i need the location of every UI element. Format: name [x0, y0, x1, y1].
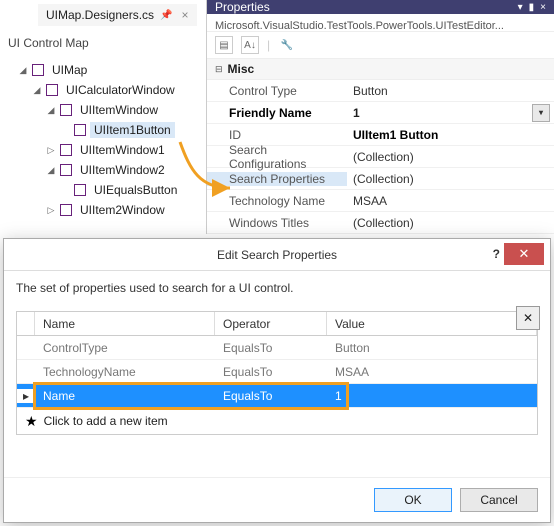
delete-icon: ✕ [523, 311, 533, 325]
col-value[interactable]: Value [327, 312, 537, 335]
prop-technology-name[interactable]: Technology NameMSAA [207, 190, 554, 212]
grid-row-technologyname[interactable]: TechnologyNameEqualsToMSAA [17, 360, 537, 384]
prop-search-configurations[interactable]: Search Configurations(Collection) [207, 146, 554, 168]
dialog-title: Edit Search Properties [217, 248, 337, 262]
prop-control-type[interactable]: Control TypeButton [207, 80, 554, 102]
tab-label: UIMap.Designers.cs [46, 8, 154, 22]
chevron-down-icon[interactable]: ▾ [532, 104, 550, 122]
delete-button[interactable]: ✕ [516, 306, 540, 330]
properties-header: Properties ▾ ▮ × [207, 0, 554, 14]
tree-node-uimap[interactable]: ◢UIMap [6, 60, 200, 80]
category-misc[interactable]: ⊟ Misc [207, 59, 554, 80]
wrench-icon[interactable]: 🔧 [278, 36, 296, 54]
editor-tabs: UIMap.Designers.cs 📌 × [0, 0, 206, 26]
map-icon [32, 64, 44, 76]
tree-node-equalsbutton[interactable]: UIEqualsButton [6, 180, 200, 200]
button-icon [74, 124, 86, 136]
collapse-icon[interactable]: ⊟ [215, 64, 223, 75]
prop-windows-titles[interactable]: Windows Titles(Collection) [207, 212, 554, 234]
property-grid: Control TypeButton Friendly Name1▾ IDUII… [207, 80, 554, 234]
alpha-sort-icon[interactable]: A↓ [241, 36, 259, 54]
expand-icon[interactable]: ◢ [32, 85, 42, 96]
add-new-item-row[interactable]: ★Click to add a new item [17, 408, 537, 434]
expand-icon[interactable]: ◢ [46, 165, 56, 176]
category-label: Misc [228, 62, 255, 76]
close-icon[interactable]: × [540, 2, 546, 13]
dropdown-icon[interactable]: ▾ [518, 2, 523, 13]
tree-node-itemwindow1[interactable]: ▷UIItemWindow1 [6, 140, 200, 160]
tree-node-itemwindow[interactable]: ◢UIItemWindow [6, 100, 200, 120]
properties-panel: Properties ▾ ▮ × Microsoft.VisualStudio.… [207, 0, 554, 234]
tree-node-item1button[interactable]: UIItem1Button [6, 120, 200, 140]
dialog-buttons: OK Cancel [4, 477, 550, 522]
categorized-icon[interactable]: ▤ [215, 36, 233, 54]
properties-toolbar: ▤ A↓ | 🔧 [207, 32, 554, 59]
ok-button[interactable]: OK [374, 488, 452, 512]
dialog-description: The set of properties used to search for… [4, 271, 550, 305]
properties-context: Microsoft.VisualStudio.TestTools.PowerTo… [207, 14, 554, 32]
search-properties-grid: Name Operator Value ControlTypeEqualsToB… [16, 311, 538, 435]
help-icon[interactable]: ? [493, 247, 500, 261]
close-button[interactable]: ✕ [504, 243, 544, 265]
col-operator[interactable]: Operator [215, 312, 327, 335]
row-indicator-icon: ▸ [17, 389, 35, 403]
expand-icon[interactable]: ▷ [46, 205, 56, 216]
expand-icon[interactable]: ◢ [18, 65, 28, 76]
tab-uimap-designers[interactable]: UIMap.Designers.cs 📌 × [38, 4, 197, 26]
pin-icon[interactable]: ▮ [529, 2, 535, 13]
grid-row-name[interactable]: ▸NameEqualsTo1 [17, 384, 537, 408]
left-panel: UIMap.Designers.cs 📌 × UI Control Map ◢U… [0, 0, 207, 234]
tree-node-itemwindow2[interactable]: ◢UIItemWindow2 [6, 160, 200, 180]
window-icon [60, 164, 72, 176]
window-icon [60, 104, 72, 116]
panel-title: UI Control Map [0, 26, 206, 58]
row-header-gutter [17, 312, 35, 335]
properties-title: Properties [215, 0, 270, 14]
tree-node-calcwindow[interactable]: ◢UICalculatorWindow [6, 80, 200, 100]
grid-row-controltype[interactable]: ControlTypeEqualsToButton [17, 336, 537, 360]
window-icon [60, 144, 72, 156]
prop-search-properties[interactable]: Search Properties(Collection) [207, 168, 554, 190]
ui-control-map-tree[interactable]: ◢UIMap ◢UICalculatorWindow ◢UIItemWindow… [0, 58, 206, 234]
edit-search-properties-dialog: Edit Search Properties ? ✕ The set of pr… [3, 238, 551, 523]
dialog-titlebar[interactable]: Edit Search Properties ? ✕ [4, 239, 550, 271]
expand-icon[interactable]: ◢ [46, 105, 56, 116]
prop-friendly-name[interactable]: Friendly Name1▾ [207, 102, 554, 124]
close-icon[interactable]: × [182, 8, 189, 22]
star-icon: ★ [25, 413, 38, 430]
col-name[interactable]: Name [35, 312, 215, 335]
tree-node-item2window[interactable]: ▷UIItem2Window [6, 200, 200, 220]
grid-header: Name Operator Value [17, 312, 537, 336]
button-icon [74, 184, 86, 196]
pin-icon[interactable]: 📌 [160, 10, 172, 21]
expand-icon[interactable]: ▷ [46, 145, 56, 156]
cancel-button[interactable]: Cancel [460, 488, 538, 512]
window-icon [60, 204, 72, 216]
separator: | [267, 38, 270, 52]
window-icon [46, 84, 58, 96]
